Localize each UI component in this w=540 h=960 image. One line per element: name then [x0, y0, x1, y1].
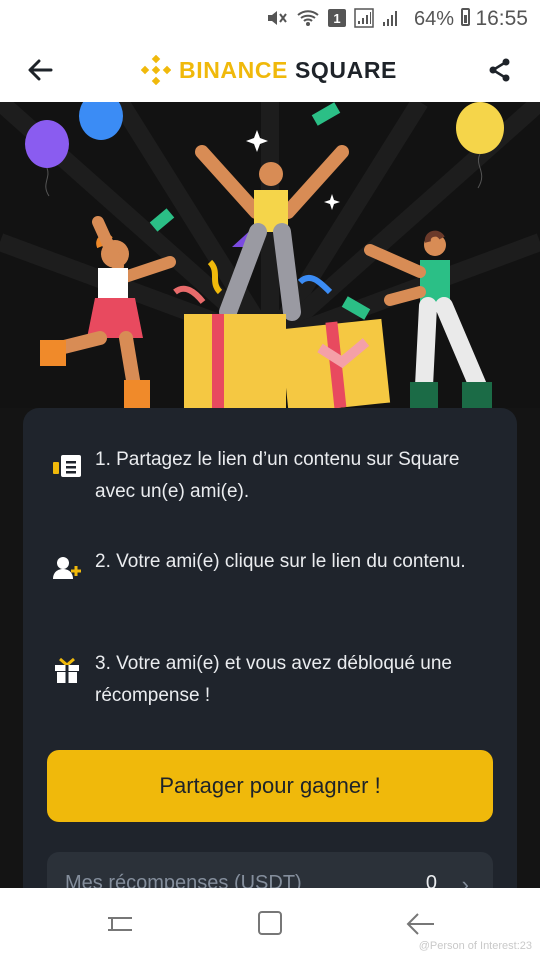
binance-logo-icon [141, 55, 171, 85]
system-navigation-bar: @Person of Interest:23 [0, 888, 540, 960]
add-user-icon [47, 548, 87, 588]
logo-word-binance: BINANCE [179, 56, 288, 83]
binance-square-logo: BINANCE SQUARE [141, 54, 397, 86]
logo-text: BINANCE SQUARE [179, 57, 397, 84]
referral-card: 1. Partagez le lien d’un contenu sur Squ… [23, 408, 517, 922]
battery-percent: 64% [413, 8, 454, 30]
status-bar: 1 64% 16:55 [0, 0, 540, 38]
app-header: BINANCE SQUARE [0, 38, 540, 102]
mute-icon [268, 11, 287, 25]
recent-apps-icon [108, 917, 132, 931]
back-icon [406, 913, 434, 935]
watermark: @Person of Interest:23 [418, 940, 532, 952]
status-icons: 1 [266, 8, 398, 28]
document-icon [47, 446, 87, 486]
signal-icon [354, 8, 374, 28]
logo-word-square: SQUARE [294, 56, 397, 83]
home-icon [258, 911, 282, 935]
celebration-illustration-svg [0, 102, 540, 408]
celebration-illustration [0, 102, 540, 408]
step-text: 3. Votre ami(e) et vous avez débloqué un… [95, 653, 453, 706]
battery-icon [461, 8, 470, 26]
step-text: 2. Votre ami(e) clique sur le lien du co… [95, 551, 466, 572]
clock: 16:55 [475, 7, 528, 30]
recent-apps-button[interactable] [100, 908, 140, 940]
wifi-icon [297, 10, 319, 26]
arrow-left-icon [28, 59, 53, 81]
signal-icon [383, 11, 397, 26]
gift-icon [47, 650, 87, 690]
share-icon [489, 58, 510, 82]
back-button[interactable] [22, 52, 58, 88]
share-to-earn-button[interactable]: Partager pour gagner ! [47, 750, 493, 822]
home-button[interactable] [250, 908, 290, 940]
sim-badge-icon: 1 [328, 9, 346, 27]
step-text: 1. Partagez le lien d’un contenu sur Squ… [95, 449, 460, 502]
system-back-button[interactable] [400, 908, 440, 940]
share-button[interactable] [482, 52, 518, 88]
